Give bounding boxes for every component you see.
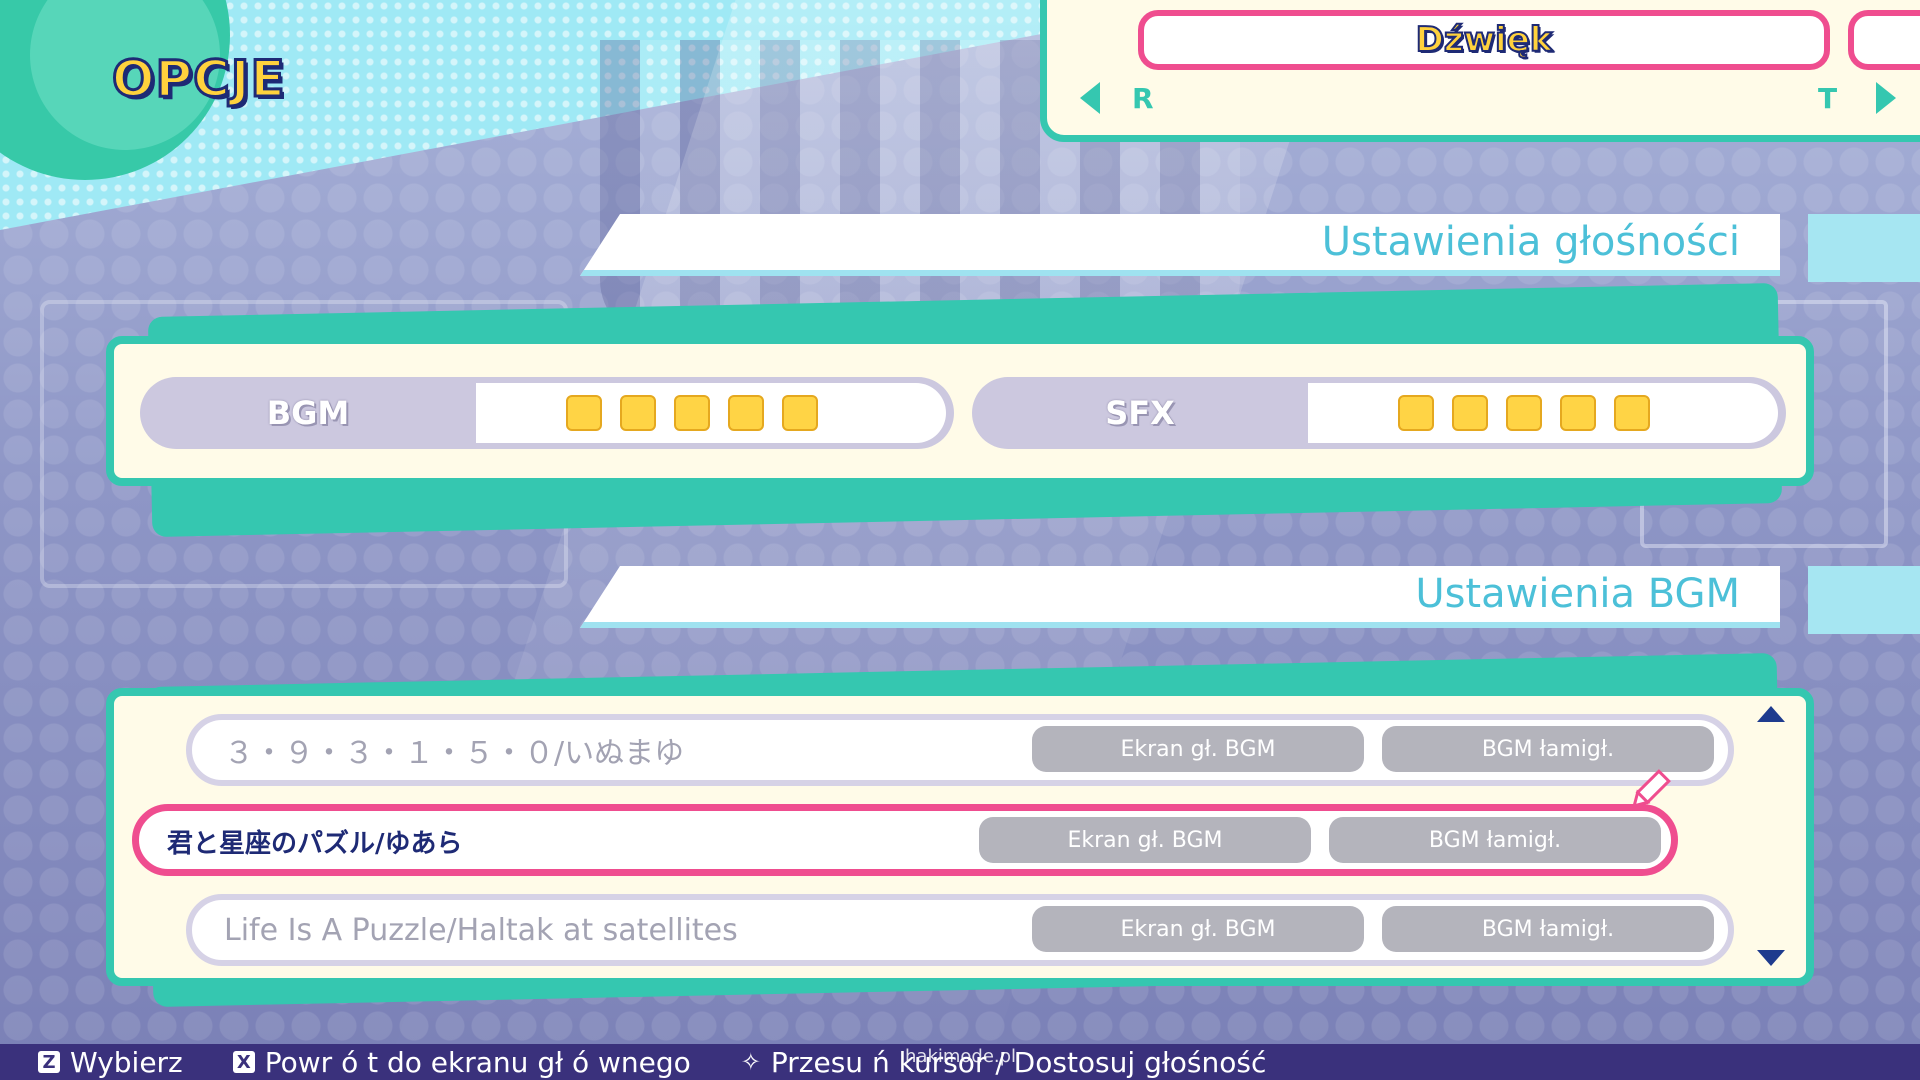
bgm-banner-tail — [1808, 566, 1920, 634]
tab-next-partial[interactable] — [1848, 10, 1920, 70]
sfx-volume-control: SFX — [972, 377, 1786, 449]
volume-banner-tail — [1808, 214, 1920, 282]
main-screen-bgm-button[interactable]: Ekran gł. BGM — [1032, 726, 1364, 772]
bgm-section-banner: Ustawienia BGM — [580, 566, 1780, 628]
scroll-up-arrow-icon[interactable] — [1757, 706, 1785, 722]
page-title: OPCJE — [111, 49, 287, 110]
volume-segment — [728, 395, 764, 431]
main-screen-bgm-button[interactable]: Ekran gł. BGM — [1032, 906, 1364, 952]
bgm-section-heading: Ustawienia BGM — [1415, 571, 1740, 617]
bgm-track-title: ３・９・３・１・５・０/いぬまゆ — [224, 736, 685, 771]
bgm-track-row-selected[interactable]: 君と星座のパズル/ゆあら Ekran gł. BGM BGM łamigł. — [132, 804, 1678, 876]
pencil-cursor-icon — [1632, 769, 1671, 808]
bgm-track-row[interactable]: ３・９・３・１・５・０/いぬまゆ Ekran gł. BGM BGM łamig… — [186, 714, 1734, 786]
volume-segment — [1398, 395, 1434, 431]
volume-segment — [1614, 395, 1650, 431]
bgm-track-title: 君と星座のパズル/ゆあら — [167, 828, 463, 859]
tab-prev-arrow-icon[interactable] — [1080, 82, 1100, 114]
help-back-label: Powr ó t do ekranu gł ó wnego — [264, 1045, 691, 1079]
puzzle-bgm-button[interactable]: BGM łamigł. — [1382, 726, 1714, 772]
z-key-icon: Z — [38, 1051, 60, 1073]
tab-next-arrow-icon[interactable] — [1876, 82, 1896, 114]
volume-segment — [1452, 395, 1488, 431]
puzzle-bgm-button[interactable]: BGM łamigł. — [1329, 817, 1661, 863]
volume-segment — [1560, 395, 1596, 431]
help-select-label: Wybierz — [70, 1045, 183, 1079]
x-key-icon: X — [232, 1051, 255, 1073]
dpad-icon: ✧ — [740, 1048, 761, 1076]
main-screen-bgm-button[interactable]: Ekran gł. BGM — [979, 817, 1311, 863]
bgm-volume-label: BGM — [266, 394, 350, 432]
volume-segment — [1506, 395, 1542, 431]
volume-segment — [620, 395, 656, 431]
sfx-volume-slider[interactable] — [1308, 383, 1778, 443]
volume-section-heading: Ustawienia głośności — [1321, 219, 1740, 265]
tab-sound[interactable]: Dźwięk — [1138, 10, 1830, 70]
help-back: X Powr ó t do ekranu gł ó wnego — [232, 1045, 691, 1079]
volume-segment — [674, 395, 710, 431]
help-select: Z Wybierz — [38, 1046, 183, 1079]
bgm-track-row[interactable]: Life Is A Puzzle/Haltak at satellites Ek… — [186, 894, 1734, 966]
tab-next-key: T — [1818, 82, 1838, 115]
puzzle-bgm-button[interactable]: BGM łamigł. — [1382, 906, 1714, 952]
scroll-down-arrow-icon[interactable] — [1757, 950, 1785, 966]
bgm-volume-slider[interactable] — [476, 383, 946, 443]
volume-section-banner: Ustawienia głośności — [580, 214, 1780, 276]
help-move-label: Przesu ń kursor / Dostosuj głośność — [770, 1045, 1267, 1079]
bgm-volume-control: BGM — [140, 377, 954, 449]
volume-segment — [566, 395, 602, 431]
tab-sound-label: Dźwięk — [1415, 19, 1554, 61]
watermark: hakimode.pl — [905, 1046, 1017, 1067]
bgm-track-title: Life Is A Puzzle/Haltak at satellites — [224, 912, 738, 948]
tab-prev-key: R — [1132, 82, 1154, 115]
volume-segment — [782, 395, 818, 431]
sfx-volume-label: SFX — [1105, 394, 1175, 432]
